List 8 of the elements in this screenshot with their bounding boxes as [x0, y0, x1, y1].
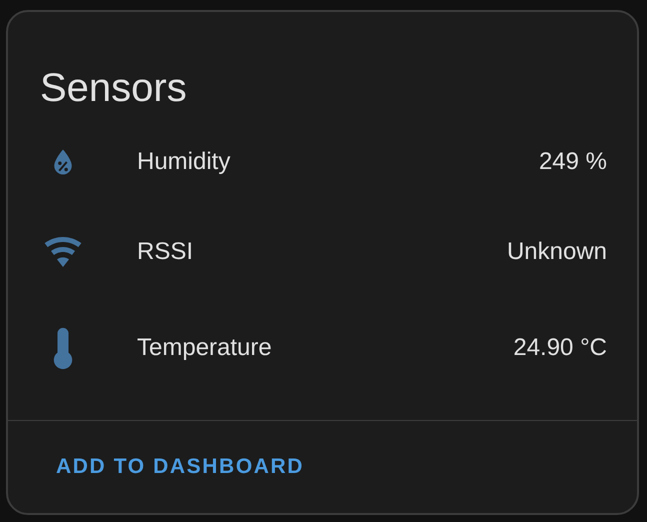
add-to-dashboard-button[interactable]: ADD TO DASHBOARD: [48, 447, 312, 487]
sensor-value: Unknown: [506, 238, 607, 266]
card-title: Sensors: [39, 65, 188, 112]
sensor-value: 249 %: [538, 148, 607, 176]
sensor-name: Humidity: [137, 148, 232, 176]
sensor-name: RSSI: [137, 238, 194, 266]
sensor-value: 24.90 °C: [513, 334, 607, 362]
sensor-name: Temperature: [137, 334, 273, 362]
